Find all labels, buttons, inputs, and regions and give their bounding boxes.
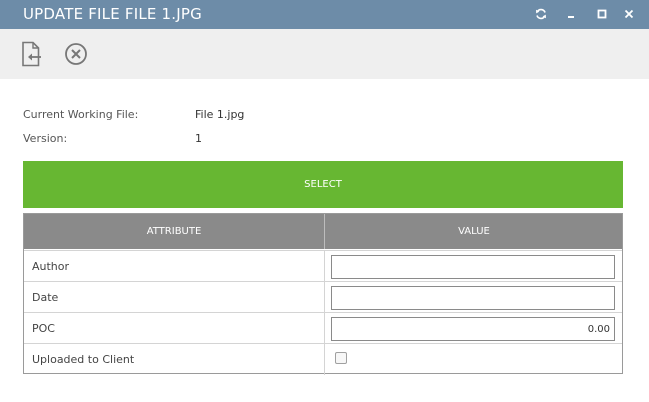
- table-row: Author: [24, 250, 622, 282]
- toolbar: [0, 29, 649, 79]
- attribute-column-header: ATTRIBUTE: [146, 226, 202, 237]
- minimize-icon: [568, 16, 574, 18]
- cell-divider: [324, 251, 325, 282]
- replace-file-icon: [22, 41, 41, 67]
- table-row: Uploaded to Client: [24, 343, 622, 375]
- select-button[interactable]: SELECT: [23, 161, 623, 208]
- cancel-button[interactable]: [63, 41, 89, 67]
- table-row: Date: [24, 281, 622, 313]
- uploaded-to-client-label: Uploaded to Client: [32, 352, 135, 366]
- cell-divider: [324, 282, 325, 313]
- window-title: UPDATE FILE FILE 1.JPG: [23, 5, 202, 23]
- author-input[interactable]: [331, 255, 615, 279]
- table-header: ATTRIBUTE VALUE: [24, 214, 622, 249]
- date-label: Date: [32, 290, 59, 304]
- title-bar: UPDATE FILE FILE 1.JPG: [0, 0, 649, 29]
- cancel-circle-icon: [65, 43, 87, 65]
- poc-label: POC: [32, 321, 55, 335]
- close-button[interactable]: [621, 6, 637, 22]
- attribute-table: ATTRIBUTE VALUE Author Date POC Uploaded…: [23, 213, 623, 375]
- poc-input[interactable]: [331, 317, 615, 341]
- current-file-label: Current Working File:: [23, 108, 139, 121]
- version-label: Version:: [23, 132, 68, 145]
- cell-divider: [324, 344, 325, 375]
- version-value: 1: [195, 132, 202, 145]
- uploaded-to-client-checkbox[interactable]: [335, 352, 347, 364]
- maximize-icon: [597, 9, 607, 19]
- refresh-icon: [536, 8, 546, 20]
- date-input[interactable]: [331, 286, 615, 310]
- current-file-value: File 1.jpg: [195, 108, 245, 121]
- minimize-button[interactable]: [563, 6, 579, 22]
- refresh-button[interactable]: [533, 6, 549, 22]
- value-column-header: VALUE: [324, 214, 623, 249]
- cell-divider: [324, 313, 325, 344]
- close-icon: [624, 9, 634, 19]
- replace-file-button[interactable]: [18, 41, 44, 67]
- maximize-button[interactable]: [594, 6, 610, 22]
- author-label: Author: [32, 259, 70, 273]
- table-row: POC: [24, 312, 622, 344]
